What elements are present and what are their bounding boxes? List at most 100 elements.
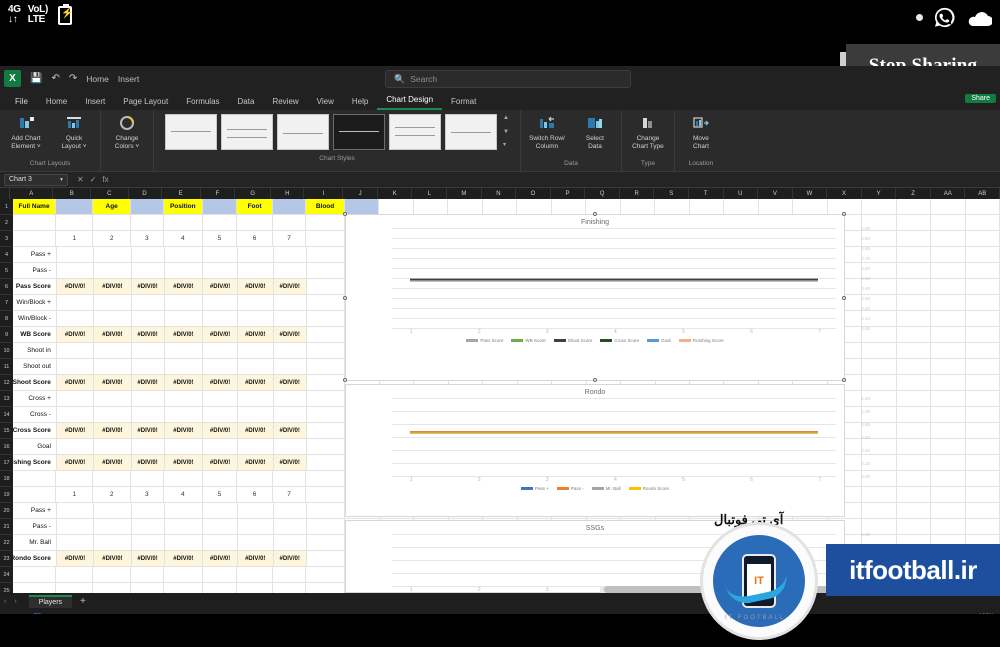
ribbon-tab-data[interactable]: Data: [229, 96, 264, 110]
cell[interactable]: [896, 263, 932, 279]
cell[interactable]: [93, 567, 131, 583]
cell[interactable]: [896, 199, 932, 215]
gallery-up-arrow[interactable]: ▲: [503, 114, 509, 123]
legend-item[interactable]: Cross Score: [600, 338, 639, 343]
column-header-H[interactable]: H: [271, 188, 305, 199]
chart-resize-handle[interactable]: [343, 212, 347, 216]
cell-error[interactable]: #DIV/0!: [164, 423, 204, 439]
cell[interactable]: [379, 199, 414, 215]
cell[interactable]: [689, 199, 725, 215]
cell[interactable]: [896, 487, 932, 503]
column-header-V[interactable]: V: [758, 188, 793, 199]
chart-finishing[interactable]: Finishing 1.00 0.90 0.80 0.70 0.60 0.50 0.40 0.3…: [343, 212, 870, 382]
cell[interactable]: [202, 471, 238, 487]
cell[interactable]: [862, 199, 897, 215]
cell[interactable]: [306, 295, 346, 311]
cell-error[interactable]: #DIV/0!: [164, 455, 204, 471]
cell[interactable]: [306, 471, 345, 487]
formula-input[interactable]: [118, 174, 1000, 186]
legend-item[interactable]: Mr. Ball: [591, 486, 621, 491]
cell[interactable]: 3: [130, 231, 164, 247]
cell[interactable]: [896, 327, 932, 343]
cell[interactable]: [965, 263, 1000, 279]
column-header-L[interactable]: L: [412, 188, 448, 199]
cell[interactable]: [94, 535, 132, 551]
cell-error[interactable]: #DIV/0!: [203, 423, 238, 439]
save-icon[interactable]: 💾: [30, 73, 42, 84]
cell[interactable]: [237, 583, 274, 593]
row-header-15[interactable]: 15: [0, 423, 13, 439]
cell[interactable]: [203, 535, 238, 551]
name-box[interactable]: Chart 3 ▼: [4, 173, 68, 186]
cell[interactable]: [131, 311, 165, 327]
cell[interactable]: [273, 535, 307, 551]
cell[interactable]: [965, 343, 1000, 359]
qat-home-label[interactable]: Home: [86, 74, 109, 84]
row-header-10[interactable]: 10: [0, 343, 13, 359]
cell[interactable]: [202, 199, 238, 215]
cell[interactable]: [13, 567, 57, 583]
column-header-AB[interactable]: AB: [965, 188, 1000, 199]
insert-function-icon[interactable]: fx: [102, 175, 108, 184]
cell[interactable]: [94, 295, 132, 311]
cell[interactable]: [620, 199, 656, 215]
ribbon-tab-page-layout[interactable]: Page Layout: [114, 96, 177, 110]
row-header-22[interactable]: 22: [0, 535, 13, 551]
cell[interactable]: 6: [237, 487, 274, 503]
column-header-Q[interactable]: Q: [585, 188, 620, 199]
header-cell-foot[interactable]: Foot: [237, 199, 274, 215]
cell[interactable]: [931, 343, 966, 359]
cell[interactable]: [586, 199, 621, 215]
next-sheet-icon[interactable]: ›: [14, 598, 16, 605]
cell[interactable]: [94, 391, 132, 407]
cell[interactable]: [931, 391, 966, 407]
cell-error[interactable]: #DIV/0!: [94, 423, 132, 439]
column-header-Z[interactable]: Z: [896, 188, 931, 199]
cell-error[interactable]: #DIV/0!: [237, 423, 274, 439]
column-header-S[interactable]: S: [654, 188, 689, 199]
cell[interactable]: 5: [202, 487, 238, 503]
cell-error[interactable]: #DIV/0!: [164, 279, 204, 295]
cell-error[interactable]: #DIV/0!: [273, 423, 307, 439]
cell[interactable]: [164, 439, 204, 455]
cell-error[interactable]: #DIV/0!: [56, 375, 95, 391]
ribbon-tab-help[interactable]: Help: [343, 96, 377, 110]
redo-icon[interactable]: ↷: [69, 73, 77, 84]
cell[interactable]: [94, 407, 132, 423]
column-header-G[interactable]: G: [235, 188, 272, 199]
cell[interactable]: [273, 519, 307, 535]
cell[interactable]: [13, 487, 57, 503]
row-label[interactable]: Pass +: [13, 247, 57, 263]
chevron-down-icon[interactable]: ▼: [59, 177, 64, 183]
row-label[interactable]: Cross -: [13, 407, 57, 423]
column-header-W[interactable]: W: [793, 188, 828, 199]
row-label[interactable]: Cross +: [13, 391, 57, 407]
row-label[interactable]: Pass -: [13, 263, 57, 279]
cell[interactable]: [896, 247, 932, 263]
cell[interactable]: [130, 471, 164, 487]
cell[interactable]: [202, 215, 238, 231]
ribbon-tab-chart-design[interactable]: Chart Design: [377, 94, 443, 110]
cell[interactable]: [965, 407, 1000, 423]
cell[interactable]: [56, 263, 95, 279]
change-chart-type-button[interactable]: Change Chart Type: [627, 113, 669, 150]
cell[interactable]: [896, 279, 932, 295]
row-label[interactable]: Mr. Ball: [13, 535, 57, 551]
chart-styles-gallery[interactable]: ▲ ▼ ▾: [159, 110, 515, 150]
chart-resize-handle[interactable]: [343, 295, 347, 300]
cell[interactable]: [273, 295, 307, 311]
header-cell-full-name[interactable]: Full Name: [13, 199, 57, 215]
series-line-rondo-score[interactable]: [409, 432, 819, 434]
cell[interactable]: [56, 311, 95, 327]
cell[interactable]: [931, 311, 966, 327]
cell[interactable]: [164, 295, 204, 311]
cell-error[interactable]: #DIV/0!: [131, 279, 165, 295]
cell[interactable]: [965, 199, 1000, 215]
cell[interactable]: [94, 519, 132, 535]
cell[interactable]: [965, 471, 1000, 487]
row-label[interactable]: Win/Block +: [13, 295, 57, 311]
cell[interactable]: [896, 439, 932, 455]
cell[interactable]: [131, 391, 165, 407]
cell[interactable]: [306, 567, 345, 583]
cell[interactable]: [931, 247, 966, 263]
